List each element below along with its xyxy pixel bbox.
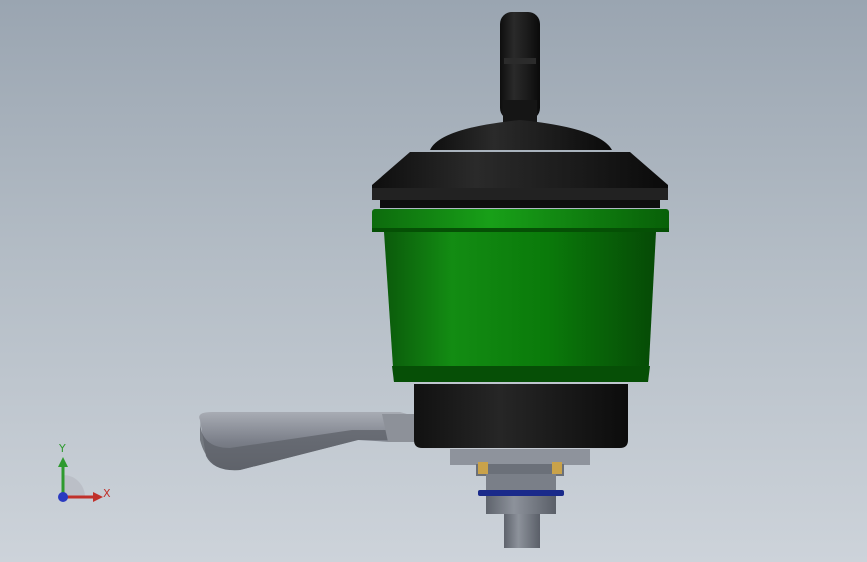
joystick-cap bbox=[372, 120, 668, 208]
green-housing-rim bbox=[372, 209, 669, 232]
graphics-viewport[interactable]: Y X bbox=[0, 0, 867, 562]
x-axis-label: X bbox=[103, 487, 111, 500]
side-lever bbox=[199, 412, 414, 471]
y-axis-label: Y bbox=[59, 442, 66, 455]
mount-assembly bbox=[450, 449, 590, 490]
blue-oring bbox=[478, 490, 564, 496]
orientation-triad: Y X bbox=[40, 440, 120, 510]
joystick-handle bbox=[500, 12, 540, 122]
output-shaft bbox=[486, 496, 556, 548]
joystick-model[interactable] bbox=[0, 0, 867, 562]
lower-base bbox=[414, 384, 628, 448]
green-housing-body bbox=[384, 232, 656, 382]
